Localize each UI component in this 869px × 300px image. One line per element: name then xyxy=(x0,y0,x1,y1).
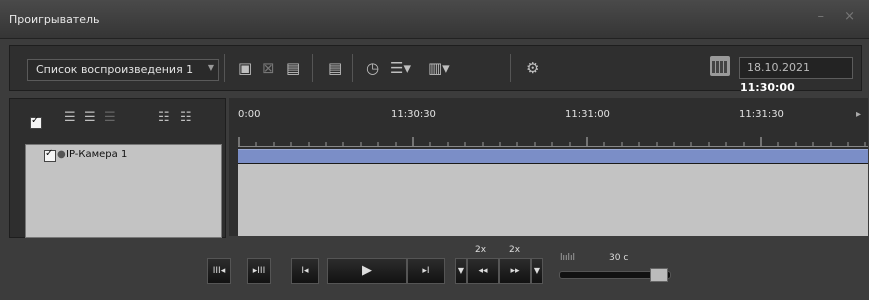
camera-list: ● IP-Камера 1 xyxy=(25,144,222,238)
camera-status-icon: ● xyxy=(57,149,66,160)
fast-forward-button[interactable]: ▸▸ xyxy=(499,258,531,284)
remove-monitor-icon[interactable]: ⊠ xyxy=(262,58,275,78)
camera-checkbox[interactable] xyxy=(44,148,56,162)
scale-icon: lıılıl xyxy=(560,253,576,263)
frame-back-button[interactable]: III◂ xyxy=(207,258,231,284)
fast-forward-speed: 2x xyxy=(509,245,521,255)
clock-icon[interactable]: ◷ xyxy=(366,58,379,78)
window-controls[interactable]: – × xyxy=(817,9,863,24)
rewind-button[interactable]: ◂◂ xyxy=(467,258,499,284)
list-remove-icon[interactable]: ☰ xyxy=(104,108,116,128)
time-value: 11:30:00 xyxy=(740,81,795,94)
document-icon[interactable]: ▤ xyxy=(286,58,300,78)
group-icon[interactable]: ☷ xyxy=(180,108,192,128)
skip-start-button[interactable]: I◂ xyxy=(291,258,319,284)
calendar-icon[interactable] xyxy=(710,56,730,76)
play-button[interactable]: ▶ xyxy=(327,258,407,284)
datetime-field[interactable]: 18.10.2021 11:30:00 xyxy=(739,57,853,94)
toolbar-separator xyxy=(510,54,511,82)
speed-up-menu-icon[interactable]: ▼ xyxy=(531,258,543,284)
camera-name: IP-Камера 1 xyxy=(66,149,128,160)
select-all-checkbox[interactable] xyxy=(30,115,42,129)
bars-icon[interactable]: ▥▾ xyxy=(428,58,450,78)
skip-end-button[interactable]: ▸I xyxy=(407,258,445,284)
camera-panel-toolbar: ☰ ☰ ☰ ☷ ☷ xyxy=(10,99,225,141)
tick-label: 11:31:00 xyxy=(565,109,610,120)
chevron-down-icon: ▼ xyxy=(207,63,214,72)
layout-icon[interactable]: ▤ xyxy=(328,58,342,78)
list-edit-icon[interactable]: ☰ xyxy=(84,108,96,128)
rewind-speed: 2x xyxy=(475,245,487,255)
tick-label: 11:31:30 xyxy=(739,109,784,120)
window-title: Проигрыватель xyxy=(9,13,100,26)
title-bar: Проигрыватель – × xyxy=(0,0,869,39)
toolbar-separator xyxy=(312,54,313,82)
toolbar-separator xyxy=(224,54,225,82)
recording-track[interactable] xyxy=(238,149,868,164)
list-icon[interactable]: ☰ xyxy=(64,108,76,128)
toolbar: Список воспроизведения 1 ▼ ▣ ⊠ ▤ ▤ ◷ ☰▾ … xyxy=(9,45,862,94)
tick-label: 0:00 xyxy=(238,109,261,120)
camera-panel: ☰ ☰ ☰ ☷ ☷ ● IP-Камера 1 xyxy=(9,98,226,238)
playback-controls: III◂ ▸III I◂ ▶ ▸I ▼ ◂◂ 2x ▸▸ 2x ▼ lıılıl… xyxy=(9,240,860,296)
filter-icon[interactable]: ☰▾ xyxy=(390,58,411,78)
playlist-dropdown-value: Список воспроизведения 1 xyxy=(36,63,194,76)
settings-gear-icon[interactable]: ⚙ xyxy=(526,58,539,78)
tick-label: 11:30:30 xyxy=(391,109,436,120)
scroll-right-icon[interactable]: ▸ xyxy=(856,109,861,120)
toolbar-separator xyxy=(352,54,353,82)
time-ruler xyxy=(238,137,868,147)
timeline[interactable]: 0:00 11:30:30 11:31:00 11:31:30 ▸ xyxy=(229,98,868,236)
date-value: 18.10.2021 xyxy=(747,61,810,74)
interval-slider-thumb[interactable] xyxy=(650,268,668,282)
player-window: Проигрыватель – × Список воспроизведения… xyxy=(0,0,869,300)
camera-row[interactable]: ● IP-Камера 1 xyxy=(26,145,221,165)
interval-label: 30 с xyxy=(609,253,629,263)
speed-down-menu-icon[interactable]: ▼ xyxy=(455,258,467,284)
frame-forward-button[interactable]: ▸III xyxy=(247,258,271,284)
sort-icon[interactable]: ☷ xyxy=(158,108,170,128)
monitor-icon[interactable]: ▣ xyxy=(238,58,252,78)
playlist-dropdown[interactable]: Список воспроизведения 1 ▼ xyxy=(27,59,219,81)
timeline-tracks-area[interactable] xyxy=(238,164,868,236)
